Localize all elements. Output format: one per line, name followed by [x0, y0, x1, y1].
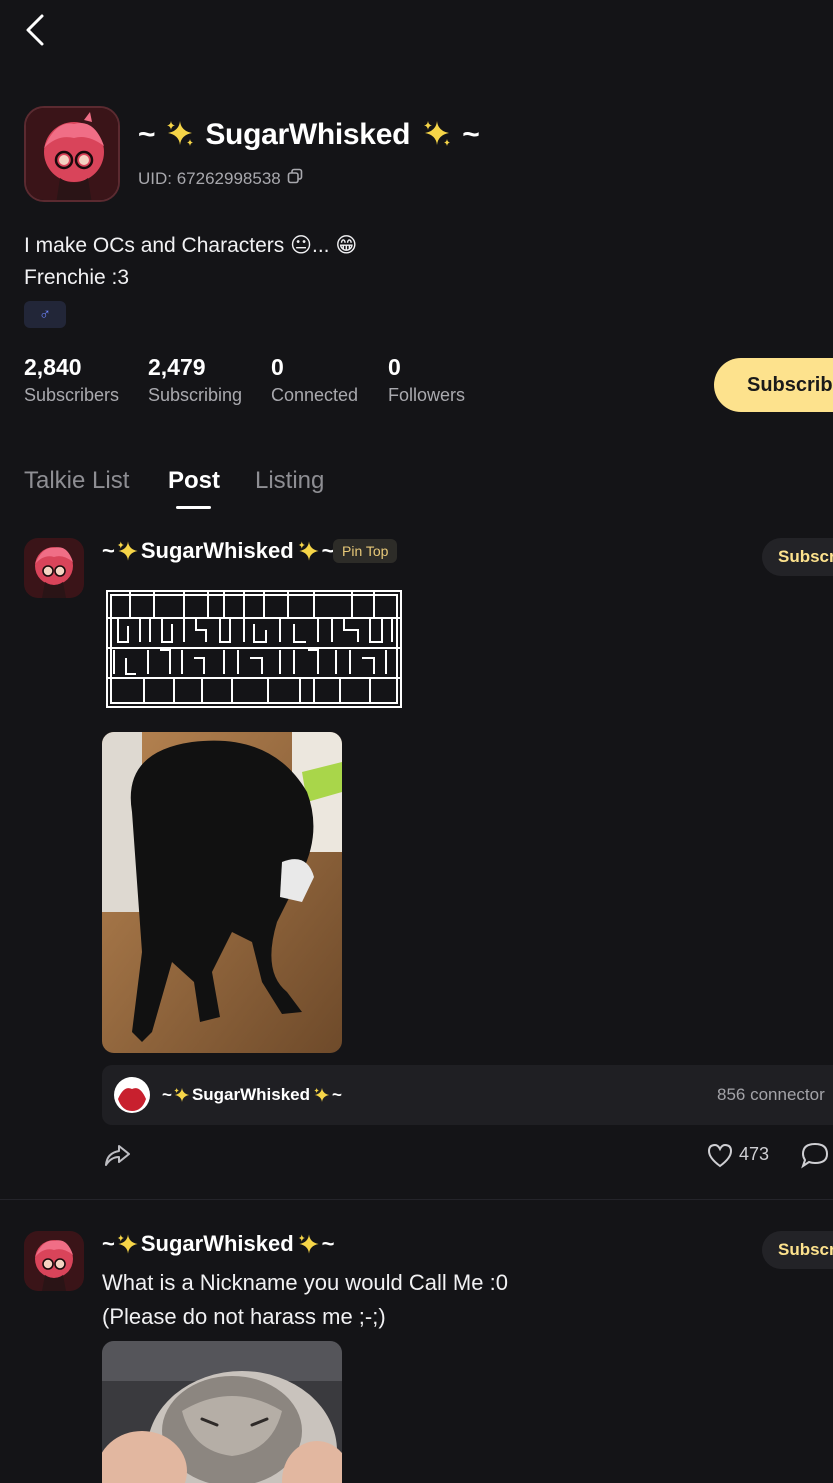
post-subscribe-button[interactable]: Subscr	[762, 538, 833, 576]
share-button[interactable]	[102, 1140, 132, 1175]
name-text: SugarWhisked	[140, 1231, 294, 1256]
connectors-count: 856 connector	[717, 1085, 825, 1104]
sparkles-icon	[314, 1087, 330, 1103]
post-image[interactable]	[102, 732, 342, 1053]
gender-badge: ♂	[24, 301, 66, 328]
name-prefix: ~	[102, 538, 115, 563]
tab-post[interactable]: Post	[168, 467, 220, 495]
name-text: SugarWhisked	[205, 118, 411, 151]
stat-followers[interactable]: 0 Followers	[388, 354, 465, 406]
name-prefix: ~	[162, 1085, 172, 1104]
stat-label: Connected	[271, 385, 359, 405]
post-author-avatar[interactable]	[24, 538, 84, 598]
sparkles-icon	[298, 541, 319, 561]
tab-talkie-list[interactable]: Talkie List	[24, 467, 129, 495]
sparkles-icon	[424, 121, 451, 146]
talkie-name: ~ SugarWhisked ~	[162, 1085, 342, 1105]
post-author-avatar[interactable]	[24, 1231, 84, 1291]
name-suffix: ~	[321, 1231, 335, 1256]
sparkles-icon	[298, 1234, 319, 1254]
sparkles-icon	[117, 541, 138, 561]
stat-value: 2,840	[24, 354, 82, 380]
chevron-left-icon	[26, 14, 44, 46]
talkie-avatar	[114, 1077, 150, 1113]
post-author-name[interactable]: ~ SugarWhisked ~	[102, 1231, 335, 1257]
male-icon: ♂	[39, 305, 51, 323]
box-drawing-art	[104, 588, 404, 710]
active-tab-indicator	[176, 506, 211, 509]
like-count: 473	[739, 1144, 770, 1164]
stat-value: 0	[271, 354, 284, 380]
stat-label: Subscribers	[24, 385, 120, 405]
post-text: What is a Nickname you would Call Me :0 …	[102, 1266, 508, 1334]
name-suffix: ~	[332, 1085, 342, 1104]
heart-icon	[707, 1143, 733, 1168]
stat-label: Followers	[388, 385, 466, 405]
name-text: SugarWhisked	[140, 538, 294, 563]
copy-icon[interactable]	[287, 168, 303, 189]
stat-connected[interactable]: 0 Connected	[271, 354, 358, 406]
stat-subscribing[interactable]: 2,479 Subscribing	[148, 354, 242, 406]
sparkles-icon	[174, 1087, 190, 1103]
name-suffix: ~	[462, 118, 480, 151]
comment-button[interactable]	[800, 1141, 830, 1174]
stat-label: Subscribing	[148, 385, 243, 405]
profile-name: ~ SugarWhisked ~	[138, 118, 480, 152]
profile-avatar[interactable]	[24, 106, 120, 202]
post-text-line-2: (Please do not harass me ;-;)	[102, 1304, 386, 1329]
like-button[interactable]	[706, 1141, 734, 1174]
post-author-name[interactable]: ~ SugarWhisked ~	[102, 538, 335, 564]
stat-subscribers[interactable]: 2,840 Subscribers	[24, 354, 119, 406]
comment-icon	[801, 1142, 829, 1169]
uid-text: UID: 67262998538	[138, 168, 281, 188]
pin-top-badge: Pin Top	[333, 539, 398, 563]
back-button[interactable]	[18, 10, 54, 50]
tab-listing[interactable]: Listing	[255, 467, 324, 495]
sparkles-icon	[167, 121, 194, 146]
bio-line-1: I make OCs and Characters 😐... 😁	[24, 234, 358, 257]
bio: I make OCs and Characters 😐... 😁 Frenchi…	[24, 230, 357, 294]
share-icon	[105, 1145, 130, 1166]
post-subscribe-button[interactable]: Subscr	[762, 1231, 833, 1269]
name-prefix: ~	[138, 118, 156, 151]
stat-value: 0	[388, 354, 401, 380]
sparkles-icon	[117, 1234, 138, 1254]
profile-page: ~ SugarWhisked ~ UID: 67262998538 I make…	[0, 0, 833, 1483]
subscribe-button[interactable]: Subscrib	[714, 358, 833, 412]
stat-value: 2,479	[148, 354, 206, 380]
bio-line-2: Frenchie :3	[24, 266, 130, 289]
post-divider	[0, 1199, 833, 1200]
uid-row: UID: 67262998538	[138, 168, 303, 189]
post-text-line-1: What is a Nickname you would Call Me :0	[102, 1270, 508, 1295]
name-text: SugarWhisked	[191, 1085, 311, 1104]
post-image[interactable]	[102, 1341, 342, 1483]
name-prefix: ~	[102, 1231, 115, 1256]
